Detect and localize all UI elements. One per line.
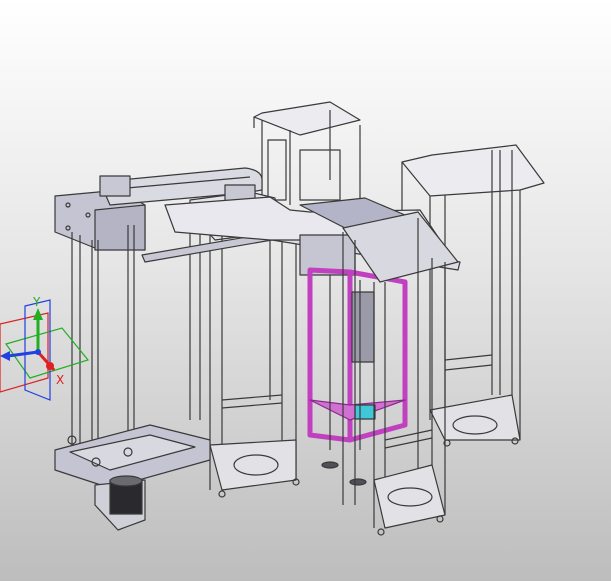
left-column-assembly[interactable] [54, 189, 211, 489]
y-axis-label: Y [32, 295, 41, 309]
back-rack-frame[interactable] [253, 101, 361, 210]
coordinate-triad: Y X [0, 295, 90, 401]
x-axis-label: X [56, 373, 64, 387]
stepper-motor[interactable] [94, 475, 146, 531]
cad-viewport[interactable]: Y X [0, 0, 611, 581]
right-back-rack[interactable] [401, 144, 545, 447]
model-canvas[interactable]: Y X [0, 0, 611, 581]
